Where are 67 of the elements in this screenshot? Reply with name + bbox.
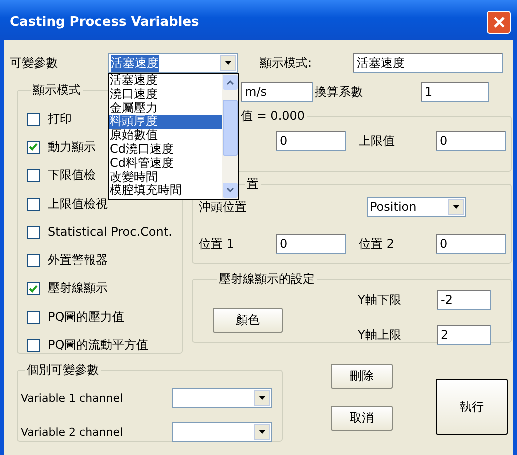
display-mode-label: 顯示模式: <box>260 54 314 72</box>
checkbox-label: 打印 <box>48 110 72 128</box>
group-title: 個別可變參數 <box>26 362 100 379</box>
run-button[interactable]: 執行 <box>436 379 508 435</box>
close-button[interactable] <box>487 10 511 34</box>
checkbox[interactable] <box>27 169 40 182</box>
y-max-field[interactable]: 2 <box>437 325 491 345</box>
checkbox-label: PQ圖的流動平方值 <box>48 337 149 354</box>
window-title: Casting Process Variables <box>10 14 200 30</box>
group-title: 顯示模式 <box>32 82 82 99</box>
dropdown-option[interactable]: 模腔填充時間 <box>109 184 222 198</box>
close-icon <box>492 16 506 28</box>
y-min-label: Y軸下限 <box>358 292 402 308</box>
cancel-button[interactable]: 取消 <box>331 406 393 431</box>
checkbox[interactable] <box>27 112 40 126</box>
checkbox[interactable] <box>27 198 40 211</box>
checkbox-label: 壓射線顯示 <box>48 280 108 298</box>
dropdown-option[interactable]: 原始數值 <box>109 129 222 143</box>
checkbox[interactable] <box>27 310 40 324</box>
dropdown-option[interactable]: 澆口速度 <box>109 88 222 102</box>
variable-label: 可變參數 <box>10 54 59 72</box>
display-mode-field[interactable]: 活塞速度 <box>353 53 503 73</box>
unit-field[interactable]: m/s <box>241 82 313 102</box>
scrollbar[interactable] <box>222 74 238 199</box>
scroll-up-icon[interactable] <box>222 75 238 90</box>
checkbox-label: Statistical Proc.Cont. <box>48 225 172 240</box>
channel-label: Variable 2 channel <box>21 426 124 438</box>
plunger-dropdown[interactable]: Position <box>367 197 466 217</box>
group-title: 值 = 0.000 <box>240 108 306 125</box>
dropdown-value: Position <box>370 200 417 214</box>
dropdown-value: 活塞速度 <box>111 54 159 72</box>
upper-limit-label: 上限值 <box>359 132 396 150</box>
y-min-field[interactable]: -2 <box>437 290 491 310</box>
position-1-field[interactable]: 0 <box>276 234 346 254</box>
scroll-down-icon[interactable] <box>222 183 238 198</box>
delete-button[interactable]: 刪除 <box>331 364 393 389</box>
checkbox[interactable] <box>27 140 40 154</box>
upper-limit-field[interactable]: 0 <box>436 131 506 151</box>
position-1-label: 位置 1 <box>199 236 236 252</box>
checkbox[interactable] <box>27 282 40 296</box>
checkbox[interactable] <box>27 226 40 239</box>
dropdown-option[interactable]: 料頭厚度 <box>109 115 222 130</box>
y-max-label: Y軸上限 <box>358 326 402 344</box>
position-2-field[interactable]: 0 <box>436 234 506 254</box>
checkbox-label: 下限值檢 <box>48 167 96 184</box>
plunger-label: 沖頭位置 <box>199 198 248 216</box>
scroll-thumb[interactable] <box>222 100 238 156</box>
conversion-field[interactable]: 1 <box>421 82 489 102</box>
variable-dropdown[interactable]: 活塞速度 <box>108 53 238 73</box>
lower-limit-field[interactable]: 0 <box>276 131 346 151</box>
channel-label: Variable 1 channel <box>21 392 124 404</box>
checkbox-label: 外置警報器 <box>48 252 108 270</box>
dropdown-option[interactable]: 改變時間 <box>109 170 222 184</box>
color-button[interactable]: 顏色 <box>213 308 283 333</box>
dropdown-option[interactable]: 活塞速度 <box>109 74 222 88</box>
dropdown-option[interactable]: Cd料管速度 <box>109 156 222 171</box>
checkbox[interactable] <box>27 254 40 268</box>
checkbox-label: PQ圖的壓力值 <box>48 308 125 326</box>
group-title: 置 <box>246 176 260 193</box>
checkbox[interactable] <box>27 339 40 352</box>
dropdown-option[interactable]: 金屬壓力 <box>109 102 222 116</box>
position-2-label: 位置 2 <box>359 236 396 252</box>
group-title: 壓射線顯示的設定 <box>218 271 316 288</box>
conversion-label: 換算系數 <box>315 84 364 100</box>
checkbox-label: 上限值檢視 <box>48 196 108 213</box>
dropdown-option[interactable]: Cd澆口速度 <box>109 142 222 157</box>
checkbox-label: 動力顯示 <box>48 138 96 156</box>
